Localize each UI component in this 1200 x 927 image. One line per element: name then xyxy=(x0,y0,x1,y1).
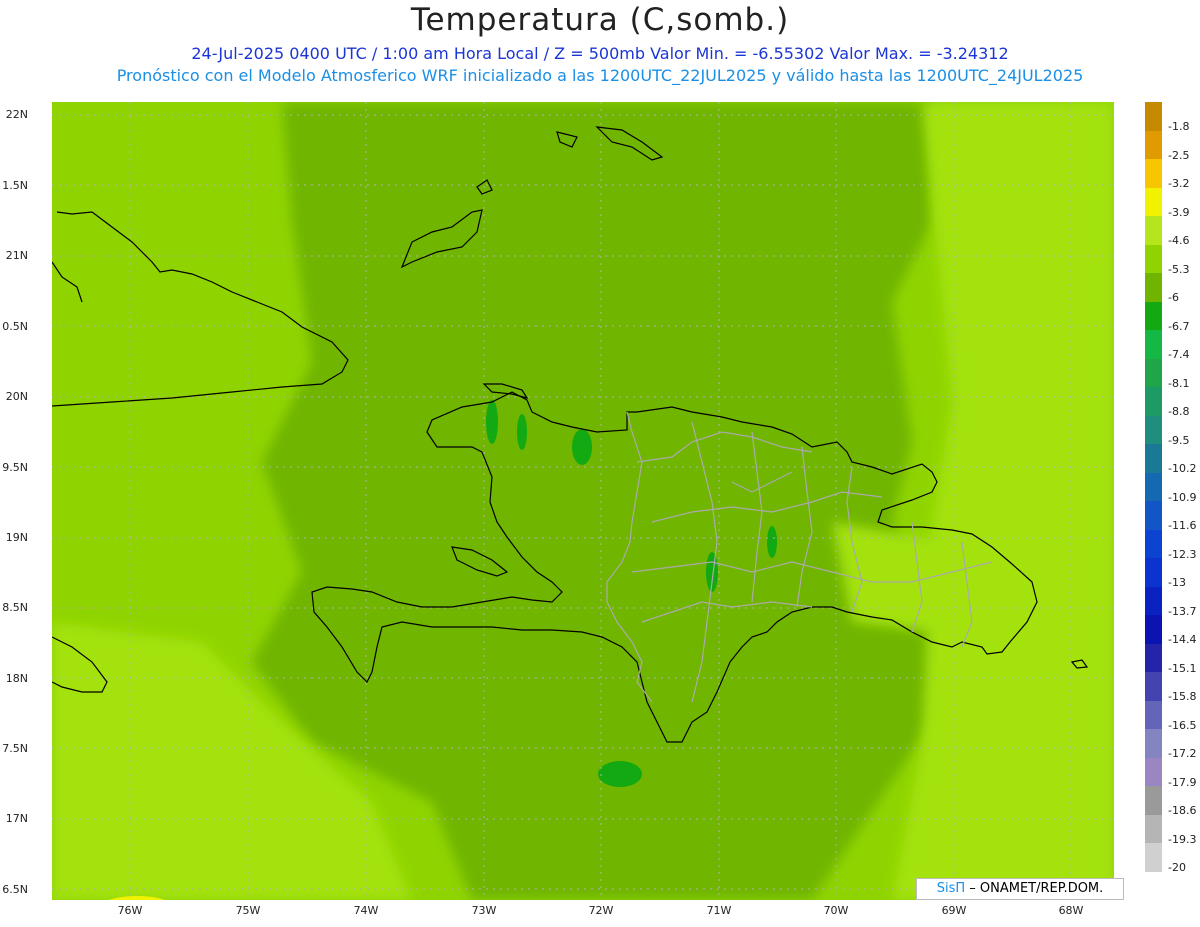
colorbar-label: -11.6 xyxy=(1168,519,1197,532)
colorbar-swatch xyxy=(1145,244,1162,273)
colorbar-label: -1.8 xyxy=(1168,120,1190,133)
colorbar-label: -8.8 xyxy=(1168,405,1190,418)
colorbar-label: -10.2 xyxy=(1168,462,1197,475)
lat-label: 22N xyxy=(5,108,28,121)
colorbar-label: -8.1 xyxy=(1168,376,1190,390)
lon-label: 71W xyxy=(706,904,732,917)
lat-label: 20N xyxy=(5,390,28,403)
colorbar-swatch xyxy=(1145,643,1162,672)
colorbar-label: -6 xyxy=(1168,291,1179,304)
map-title: Temperatura (C,somb.) xyxy=(410,2,790,38)
lon-label: 74W xyxy=(353,904,379,917)
colorbar-label: -13 xyxy=(1168,576,1186,589)
colorbar-swatch xyxy=(1145,301,1162,330)
colorbar-swatch xyxy=(1145,558,1162,587)
colorbar-swatch xyxy=(1145,672,1162,701)
lon-label: 73W xyxy=(471,904,497,917)
colorbar-swatch xyxy=(1145,387,1162,416)
colorbar-label: -17.2 xyxy=(1168,747,1197,760)
colorbar-label: -15.8 xyxy=(1168,690,1197,703)
colorbar-swatch xyxy=(1145,273,1162,302)
colorbar-swatch xyxy=(1145,871,1162,900)
colorbar-swatch xyxy=(1145,615,1162,644)
colorbar-label: -2.5 xyxy=(1168,148,1190,162)
colorbar-swatch xyxy=(1145,700,1162,729)
lat-label: 7.5N xyxy=(2,742,28,755)
colorbar-swatch xyxy=(1145,444,1162,473)
temperature-map xyxy=(52,102,1114,900)
colorbar-label: -3.2 xyxy=(1168,177,1190,190)
colorbar-swatch xyxy=(1145,216,1162,245)
colorbar-label: -12.3 xyxy=(1168,547,1197,561)
colorbar-swatch xyxy=(1145,814,1162,843)
colorbar-swatch xyxy=(1145,330,1162,359)
colorbar-swatch xyxy=(1145,130,1162,159)
credit-org: – ONAMET/REP.DOM. xyxy=(969,881,1104,896)
colorbar-label: -16.5 xyxy=(1168,718,1197,732)
colorbar-label: -9.5 xyxy=(1168,433,1190,447)
colorbar-swatch xyxy=(1145,586,1162,615)
colorbar-label: -19.3 xyxy=(1168,832,1197,846)
colorbar xyxy=(1145,102,1162,900)
lon-label: 72W xyxy=(588,904,614,917)
colorbar-label: -3.9 xyxy=(1168,205,1190,219)
colorbar-swatch xyxy=(1145,159,1162,188)
colorbar-label: -5.3 xyxy=(1168,262,1190,276)
colorbar-label: -6.7 xyxy=(1168,319,1190,333)
lon-label: 69W xyxy=(941,904,967,917)
colorbar-label: -4.6 xyxy=(1168,234,1190,247)
lon-label: 68W xyxy=(1058,904,1084,917)
lat-label: 8.5N xyxy=(2,601,28,614)
model-info-line: Pronóstico con el Modelo Atmosferico WRF… xyxy=(116,66,1084,85)
credit-box: SisΠ – ONAMET/REP.DOM. xyxy=(916,878,1124,900)
lat-label: 17N xyxy=(5,812,28,825)
lon-label: 75W xyxy=(235,904,261,917)
lon-label: 76W xyxy=(117,904,143,917)
colorbar-swatch xyxy=(1145,501,1162,530)
lat-label: 19N xyxy=(5,531,28,544)
colorbar-label: -18.6 xyxy=(1168,804,1197,817)
colorbar-label: -20 xyxy=(1168,861,1186,874)
colorbar-swatch xyxy=(1145,729,1162,758)
lat-label: 1.5N xyxy=(2,179,28,192)
colorbar-label: -17.9 xyxy=(1168,775,1197,789)
colorbar-swatch xyxy=(1145,102,1162,131)
colorbar-swatch xyxy=(1145,529,1162,558)
colorbar-swatch xyxy=(1145,786,1162,815)
colorbar-label: -14.4 xyxy=(1168,633,1197,646)
lat-label: 0.5N xyxy=(2,320,28,333)
colorbar-swatch xyxy=(1145,187,1162,216)
colorbar-swatch xyxy=(1145,358,1162,387)
colorbar-label: -7.4 xyxy=(1168,348,1190,361)
colorbar-label: -15.1 xyxy=(1168,661,1197,675)
map-info-line: 24-Jul-2025 0400 UTC / 1:00 am Hora Loca… xyxy=(191,44,1009,63)
colorbar-swatch xyxy=(1145,843,1162,872)
colorbar-swatch xyxy=(1145,757,1162,786)
colorbar-swatch xyxy=(1145,415,1162,444)
lon-label: 70W xyxy=(823,904,849,917)
sispi-logo: SisΠ xyxy=(936,881,966,896)
lat-label: 9.5N xyxy=(2,461,28,474)
colorbar-label: -10.9 xyxy=(1168,490,1197,504)
colorbar-label: -13.7 xyxy=(1168,604,1197,618)
lat-label: 6.5N xyxy=(2,883,28,896)
lat-label: 21N xyxy=(5,249,28,262)
lat-label: 18N xyxy=(5,672,28,685)
colorbar-swatch xyxy=(1145,472,1162,501)
